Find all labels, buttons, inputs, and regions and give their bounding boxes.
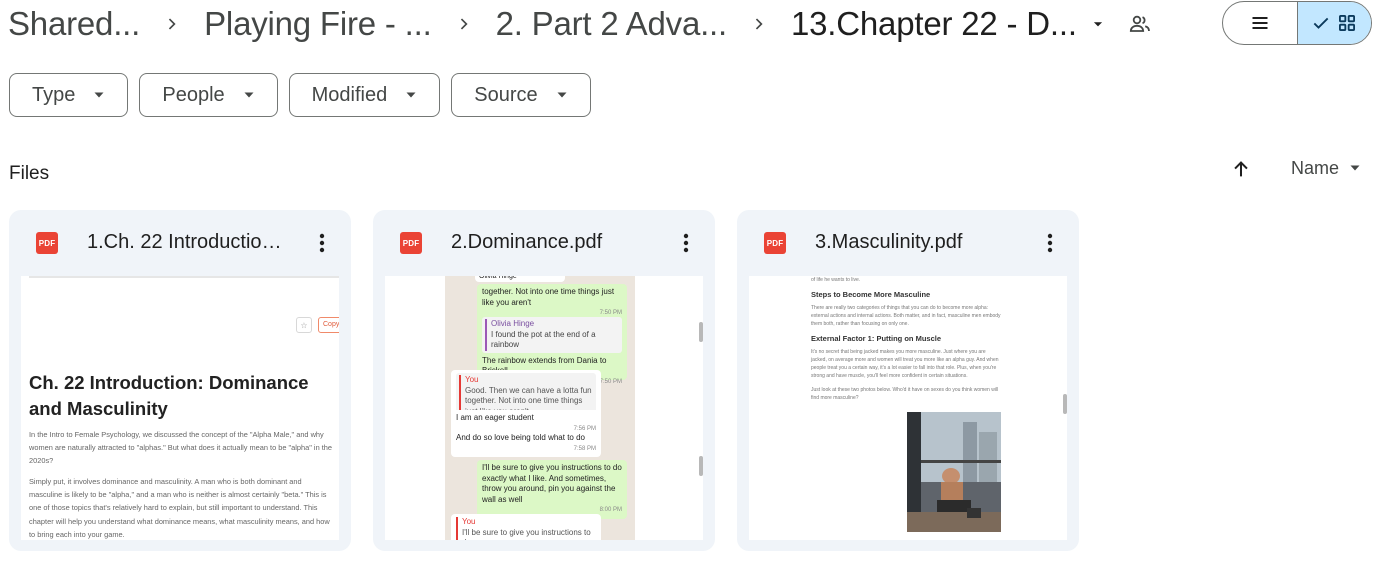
chat-quote-sender: You [456, 517, 596, 528]
file-preview-thumbnail[interactable]: Olivia Hinge together. Not into one time… [385, 276, 703, 540]
preview-paragraph: Just look at these two photos below. Who… [811, 387, 999, 401]
filter-type-label: Type [32, 83, 76, 106]
chat-quote: Olivia Hinge I found the pot at the end … [482, 317, 622, 353]
more-vert-icon [1047, 233, 1053, 253]
file-name[interactable]: 2.Dominance.pdf [451, 231, 651, 254]
caret-down-icon [94, 92, 104, 98]
file-card[interactable]: PDF 2.Dominance.pdf Olivia Hinge togethe… [373, 210, 715, 551]
star-icon: ☆ [296, 317, 312, 333]
file-card-header: PDF 3.Masculinity.pdf [737, 210, 1079, 276]
chat-quote-sender: Olivia Hinge [485, 319, 619, 330]
files-section-title: Files [9, 163, 50, 184]
more-actions-button[interactable] [307, 228, 337, 258]
sort-by-label: Name [1291, 157, 1340, 178]
preview-divider [29, 276, 339, 278]
list-view-icon [1252, 17, 1268, 29]
pdf-icon: PDF [764, 232, 786, 254]
preview-scrollbar [699, 456, 703, 476]
preview-paragraph: There are really two categories of thing… [811, 305, 1001, 327]
preview-paragraph: It's no secret that being jacked makes y… [811, 349, 999, 379]
breadcrumb-item-shared[interactable]: Shared... [8, 5, 140, 43]
chat-message-in: And do so love being told what to do 7:5… [451, 430, 601, 457]
file-preview-thumbnail[interactable]: of life he wants to live. Steps to Becom… [749, 276, 1067, 540]
grid-view-icon [1339, 15, 1356, 31]
preview-copy-button: Copy [318, 317, 339, 333]
chevron-right-icon [432, 15, 496, 33]
sort-direction-button[interactable] [1226, 154, 1256, 184]
arrow-up-icon [1234, 161, 1248, 177]
preview-paragraph: In the Intro to Female Psychology, we di… [29, 430, 333, 466]
more-vert-icon [319, 233, 325, 253]
file-card-header: PDF 2.Dominance.pdf [373, 210, 715, 276]
caret-down-icon [244, 92, 254, 98]
checkmark-icon [1313, 17, 1329, 29]
caret-down-icon [406, 92, 416, 98]
preview-photo-image [907, 412, 1001, 532]
filter-bar: Type People Modified Source [9, 73, 591, 117]
more-actions-button[interactable] [671, 228, 701, 258]
chat-time: 7:58 PM [573, 445, 596, 452]
file-card-header: PDF 1.Ch. 22 Introduction: Dominance and… [9, 210, 351, 276]
caret-down-icon [1350, 165, 1360, 171]
chevron-right-icon [727, 15, 791, 33]
breadcrumb-item-current-folder[interactable]: 13.Chapter 22 - D... [791, 5, 1077, 43]
chat-message-text: together. Not into one time things just … [482, 287, 615, 307]
view-toggle [1222, 1, 1372, 45]
more-actions-button[interactable] [1035, 228, 1065, 258]
caret-down-icon [557, 92, 567, 98]
filter-source-label: Source [474, 83, 538, 106]
chat-quote-sender: You [459, 375, 593, 386]
filter-people-label: People [162, 83, 225, 106]
list-view-button[interactable] [1223, 2, 1298, 44]
shared-people-icon[interactable] [1123, 7, 1157, 41]
chat-message-text: And do so love being told what to do [456, 433, 585, 442]
chat-screenshot: Olivia Hinge together. Not into one time… [445, 276, 635, 540]
breadcrumb-item-part-2[interactable]: 2. Part 2 Adva... [496, 5, 728, 43]
more-vert-icon [683, 233, 689, 253]
preview-photo [907, 412, 1001, 532]
filter-type-chip[interactable]: Type [9, 73, 129, 117]
folder-menu-caret-icon[interactable] [1081, 7, 1115, 41]
chat-quote-text: I found the pot at the end of a rainbow [485, 329, 619, 351]
grid-view-button[interactable] [1297, 2, 1371, 44]
filter-source-chip[interactable]: Source [451, 73, 591, 117]
filter-modified-label: Modified [311, 83, 388, 106]
preview-heading: Ch. 22 Introduction: Dominance and Mascu… [29, 372, 309, 419]
filter-modified-chip[interactable]: Modified [288, 73, 441, 117]
chat-message-in: You I'll be sure to give you instruction… [451, 514, 601, 540]
file-card[interactable]: PDF 1.Ch. 22 Introduction: Dominance and… [9, 210, 351, 551]
preview-paragraph: Simply put, it involves dominance and ma… [29, 477, 330, 539]
breadcrumb: Shared... Playing Fire - ... 2. Part 2 A… [8, 0, 1157, 48]
filter-people-chip[interactable]: People [139, 73, 278, 117]
chat-message-text: I'll be sure to give you instructions to… [482, 463, 622, 504]
pdf-icon: PDF [400, 232, 422, 254]
file-card[interactable]: PDF 3.Masculinity.pdf of life he wants t… [737, 210, 1079, 551]
chat-message-text: I am an eager student [456, 413, 534, 422]
chat-message-out: I'll be sure to give you instructions to… [477, 460, 627, 519]
chevron-right-icon [140, 15, 204, 33]
file-name[interactable]: 3.Masculinity.pdf [815, 231, 1015, 254]
preview-text: of life he wants to live. [811, 277, 861, 283]
file-preview-thumbnail[interactable]: ☆ Copy Ch. 22 Introduction: Dominance an… [21, 276, 339, 540]
chat-contact-name: Olivia Hinge [475, 276, 565, 282]
breadcrumb-item-playing-fire[interactable]: Playing Fire - ... [204, 5, 432, 43]
file-name[interactable]: 1.Ch. 22 Introduction: Dominance and Mas… [87, 231, 287, 254]
sort-by-button[interactable]: Name [1291, 157, 1361, 179]
preview-heading: External Factor 1: Putting on Muscle [811, 334, 942, 343]
preview-scrollbar [1063, 394, 1067, 414]
chat-quote-text: I'll be sure to give you instructions to… [456, 527, 596, 540]
preview-heading: Steps to Become More Masculine [811, 290, 931, 299]
pdf-icon: PDF [36, 232, 58, 254]
preview-scrollbar [699, 322, 703, 342]
